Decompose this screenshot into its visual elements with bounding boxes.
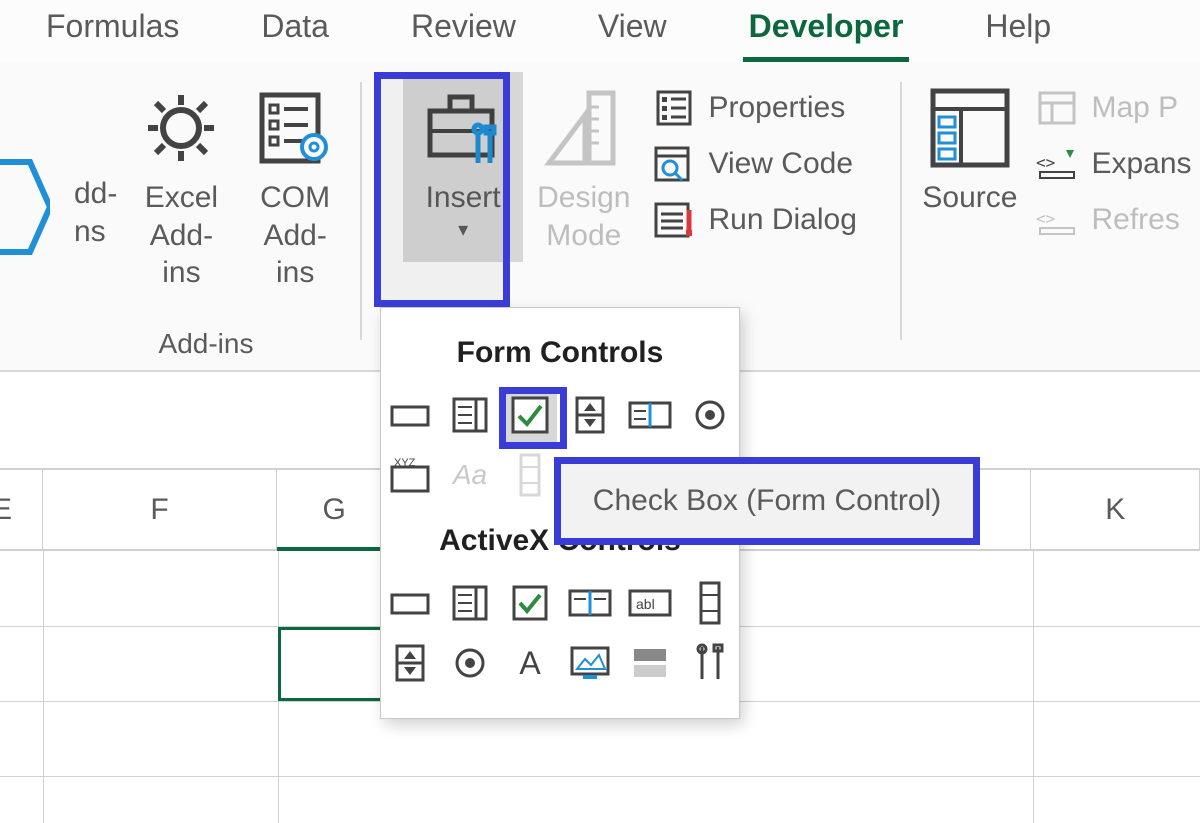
insert-controls-button[interactable]: Insert ▾ xyxy=(403,72,523,262)
activex-label-control[interactable]: A xyxy=(503,636,557,690)
group-label-addins: Add-ins xyxy=(159,328,254,360)
properties-icon xyxy=(652,86,696,130)
tab-review[interactable]: Review xyxy=(405,8,522,62)
list-gear-icon xyxy=(254,80,336,175)
refresh-icon: <> xyxy=(1035,198,1079,242)
activex-combobox-control[interactable] xyxy=(443,576,497,630)
svg-text:abl: abl xyxy=(636,596,655,612)
source-button[interactable]: Source xyxy=(908,72,1031,242)
form-groupbox-control[interactable]: XYZ xyxy=(383,448,437,502)
colh-g[interactable]: G xyxy=(277,470,392,549)
source-pane-icon xyxy=(925,80,1015,175)
map-icon xyxy=(1035,86,1079,130)
svg-text:XYZ: XYZ xyxy=(394,457,416,469)
activex-morecontrols-control[interactable] xyxy=(683,636,737,690)
group-addins: dd-ns ExcelAdd-ins xyxy=(0,62,360,370)
selected-cell[interactable] xyxy=(278,627,394,701)
run-dialog-button[interactable]: Run Dialog xyxy=(652,198,856,242)
tooltip-checkbox: Check Box (Form Control) xyxy=(554,457,980,545)
tab-data[interactable]: Data xyxy=(255,8,335,62)
colh-k[interactable]: K xyxy=(1030,470,1200,549)
chevron-down-icon: ▾ xyxy=(458,217,468,242)
tab-help[interactable]: Help xyxy=(979,8,1057,62)
properties-button[interactable]: Properties xyxy=(652,86,856,130)
activex-textbox-control[interactable]: abl xyxy=(623,576,677,630)
map-properties-button[interactable]: Map P xyxy=(1035,86,1191,130)
form-listbox-control[interactable] xyxy=(623,388,677,442)
tab-view[interactable]: View xyxy=(592,8,673,62)
form-combobox-control[interactable] xyxy=(443,388,497,442)
svg-text:<>: <> xyxy=(1036,153,1055,172)
excel-addins-button[interactable]: ExcelAdd-ins xyxy=(125,72,239,300)
activex-spinbutton-control[interactable] xyxy=(383,636,437,690)
activex-listbox-control[interactable] xyxy=(563,576,617,630)
activex-togglebutton-control[interactable] xyxy=(623,636,677,690)
gear-icon xyxy=(142,80,220,175)
view-code-button[interactable]: View Code xyxy=(652,142,856,186)
ruler-triangle-icon xyxy=(541,80,627,175)
expansion-icon: <> xyxy=(1035,142,1079,186)
svg-text:<>: <> xyxy=(1036,209,1055,228)
activex-checkbox-control[interactable] xyxy=(503,576,557,630)
com-addins-button[interactable]: COMAdd-ins xyxy=(238,72,352,300)
tab-formulas[interactable]: Formulas xyxy=(40,8,185,62)
form-button-control[interactable] xyxy=(383,388,437,442)
activex-optionbutton-control[interactable] xyxy=(443,636,497,690)
colh-e[interactable]: E xyxy=(0,470,43,549)
refresh-data-button[interactable]: <> Refres xyxy=(1035,198,1191,242)
form-spinner-control[interactable] xyxy=(563,388,617,442)
expansion-packs-button[interactable]: <> Expans xyxy=(1035,142,1191,186)
form-checkbox-control[interactable] xyxy=(503,388,557,442)
design-mode-button[interactable]: DesignMode xyxy=(523,72,644,262)
addins-button[interactable]: dd-ns xyxy=(60,72,125,300)
ribbon-tabs: Formulas Data Review View Developer Help xyxy=(0,0,1200,62)
form-controls-heading: Form Controls xyxy=(391,336,729,370)
activex-scrollbar-control[interactable] xyxy=(683,576,737,630)
activex-image-control[interactable] xyxy=(563,636,617,690)
toolbox-icon xyxy=(420,80,506,175)
group-xml: Source Map P <> Expans <> xyxy=(900,62,1200,370)
form-optionbutton-control[interactable] xyxy=(683,388,737,442)
run-dialog-icon xyxy=(652,198,696,242)
form-scrollbar-control xyxy=(503,448,557,502)
tab-developer[interactable]: Developer xyxy=(743,8,910,62)
form-label-control: Aa xyxy=(443,448,497,502)
code-magnify-icon xyxy=(652,142,696,186)
label: dd- xyxy=(74,177,117,210)
activex-commandbutton-control[interactable] xyxy=(383,576,437,630)
colh-f[interactable]: F xyxy=(43,470,277,549)
